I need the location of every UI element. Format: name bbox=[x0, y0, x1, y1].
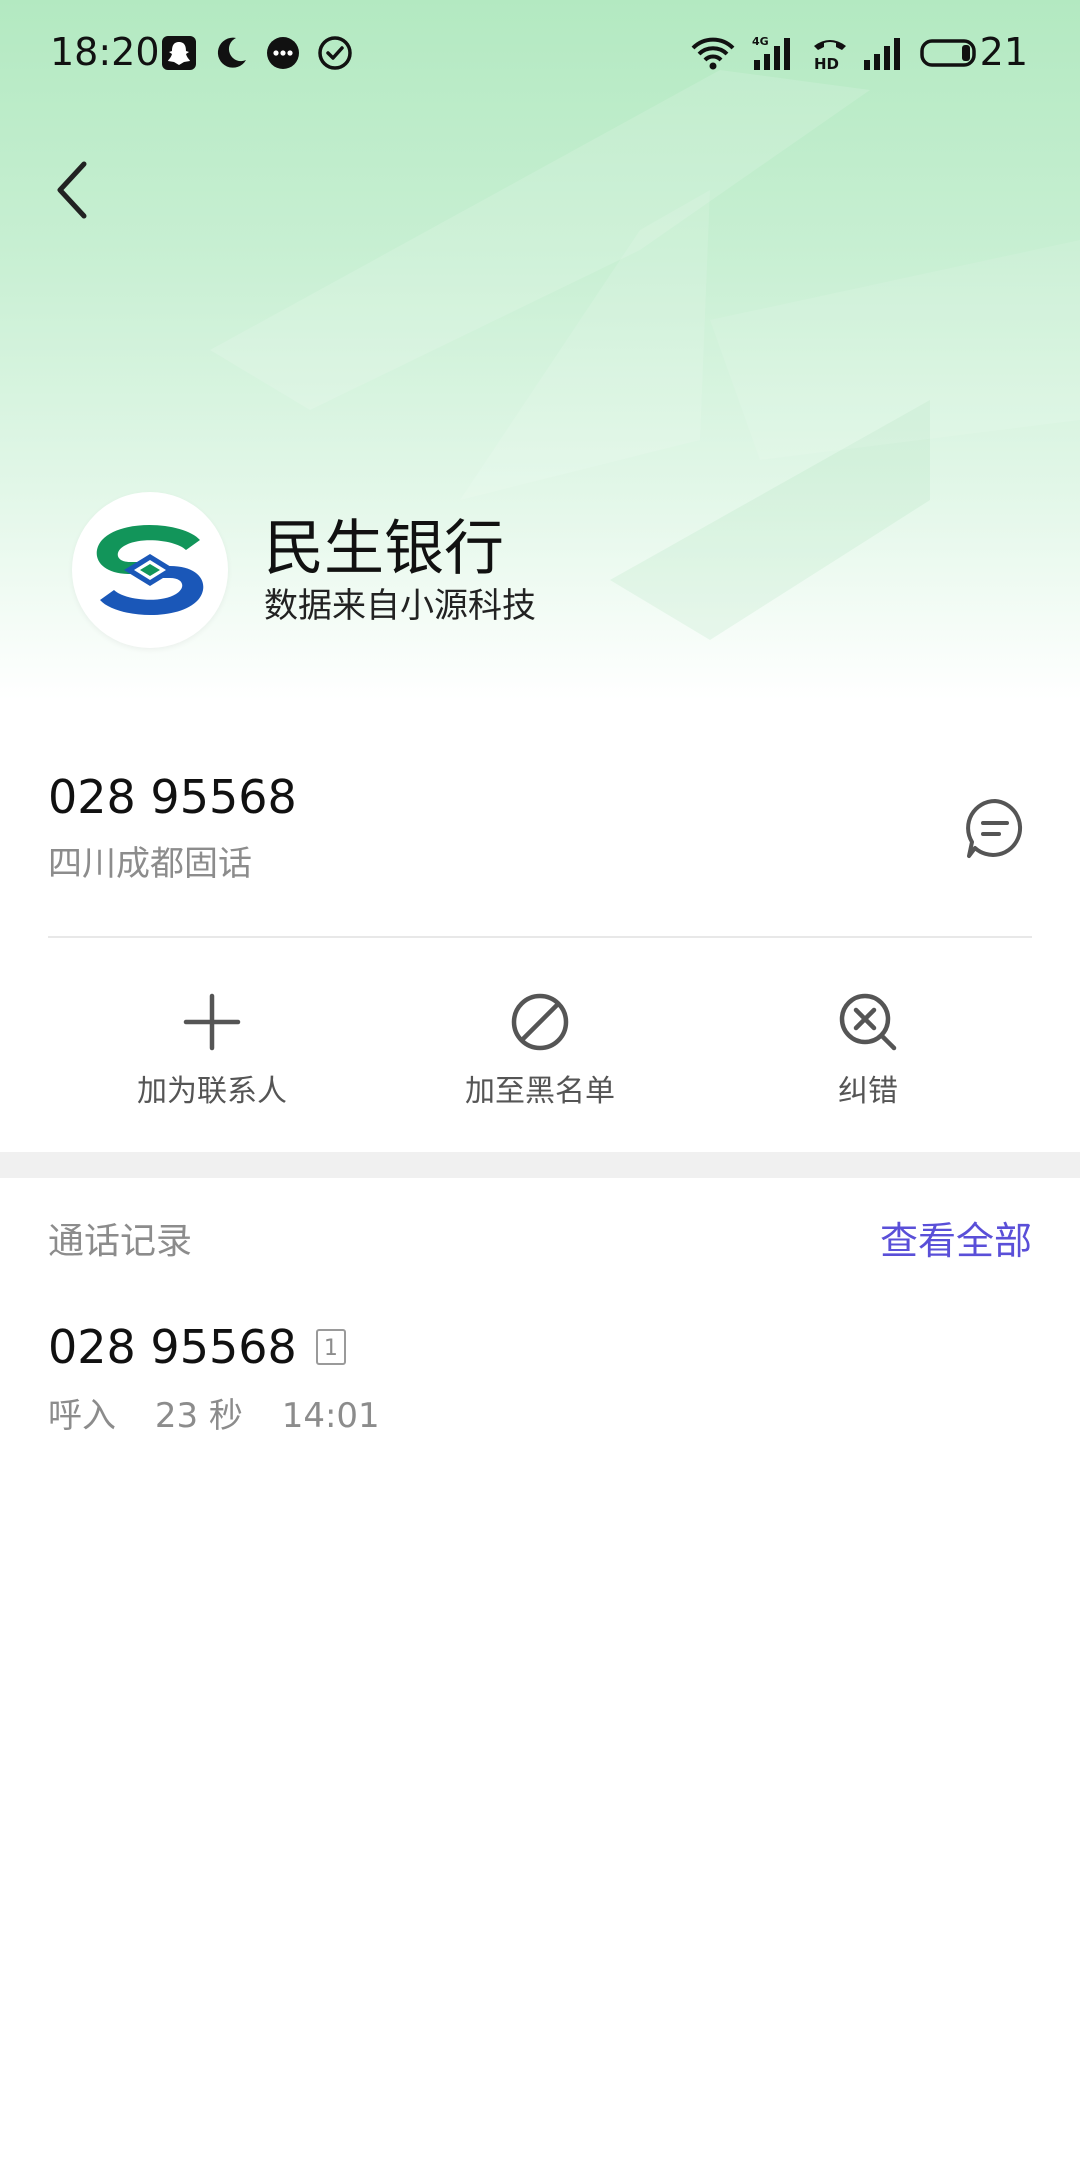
message-button[interactable] bbox=[962, 796, 1028, 862]
svg-text:4G: 4G bbox=[752, 35, 769, 48]
call-type: 呼入 bbox=[48, 1396, 116, 1436]
check-circle-icon bbox=[318, 36, 352, 70]
data-source-label: 数据来自小源科技 bbox=[264, 586, 536, 626]
add-contact-label: 加为联系人 bbox=[137, 1074, 287, 1109]
minsheng-bank-logo bbox=[96, 524, 204, 616]
phone-number-section[interactable]: 028 95568 四川成都固话 bbox=[48, 770, 297, 885]
moon-icon bbox=[217, 37, 246, 68]
battery-level: 21 bbox=[979, 30, 1028, 74]
back-button[interactable] bbox=[40, 150, 110, 230]
call-time: 14:01 bbox=[281, 1396, 380, 1436]
divider bbox=[48, 936, 1032, 938]
message-icon bbox=[966, 799, 1022, 858]
call-log-entry[interactable]: 028 95568 1 呼入 23 秒 14:01 bbox=[48, 1320, 1032, 1440]
call-log-number: 028 95568 bbox=[48, 1320, 297, 1374]
wifi-icon bbox=[691, 37, 735, 70]
view-all-link[interactable]: 查看全部 bbox=[880, 1210, 1032, 1265]
phone-number: 028 95568 bbox=[48, 770, 297, 824]
call-log-title: 通话记录 bbox=[48, 1221, 193, 1262]
back-chevron-icon bbox=[57, 161, 87, 219]
correct-error-button[interactable]: 纠错 bbox=[758, 990, 978, 1110]
hd-call-icon: HD bbox=[814, 40, 846, 72]
sim-badge: 1 bbox=[315, 1329, 346, 1365]
status-bar: 18:20 4G HD 21 bbox=[0, 0, 1080, 110]
battery-icon bbox=[920, 39, 976, 67]
signal-4g-icon: 4G bbox=[752, 35, 790, 70]
call-log-meta: 呼入 23 秒 14:01 bbox=[48, 1388, 1032, 1437]
add-blacklist-label: 加至黑名单 bbox=[465, 1074, 615, 1109]
snapchat-icon bbox=[162, 36, 196, 70]
phone-location: 四川成都固话 bbox=[48, 844, 252, 884]
svg-text:HD: HD bbox=[814, 55, 839, 72]
call-duration: 23 秒 bbox=[154, 1396, 243, 1436]
add-blacklist-button[interactable]: 加至黑名单 bbox=[430, 990, 650, 1110]
search-close-icon bbox=[839, 993, 897, 1051]
section-separator bbox=[0, 1152, 1080, 1178]
contact-avatar bbox=[72, 492, 228, 648]
contact-detail-screen: 18:20 4G HD 21 民生银行 数据来自小源科技 028 95568 四… bbox=[0, 0, 1080, 2160]
plus-icon bbox=[183, 993, 241, 1051]
add-contact-button[interactable]: 加为联系人 bbox=[102, 990, 322, 1110]
correct-error-label: 纠错 bbox=[838, 1074, 898, 1109]
block-icon bbox=[511, 993, 569, 1051]
chat-bubble-icon bbox=[267, 37, 299, 69]
contact-name: 民生银行 bbox=[264, 514, 504, 584]
signal-icon bbox=[864, 38, 900, 70]
status-time: 18:20 bbox=[50, 30, 160, 74]
